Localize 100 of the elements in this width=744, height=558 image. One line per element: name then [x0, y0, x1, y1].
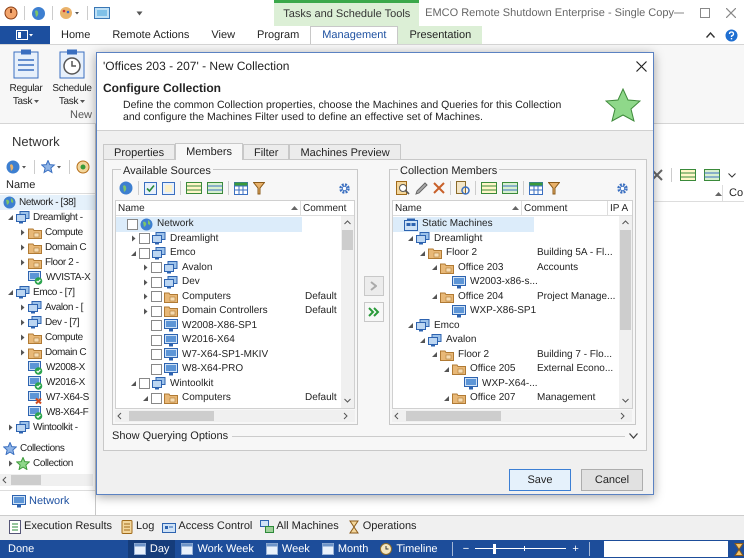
expand-arrow-icon[interactable] — [130, 235, 137, 242]
grid-icon[interactable] — [704, 169, 720, 181]
tree-item[interactable]: Avalon — [116, 260, 302, 275]
globe-icon[interactable] — [31, 6, 46, 20]
column-header[interactable]: Comment — [300, 201, 353, 215]
dialog-tab[interactable]: Filter — [242, 144, 290, 159]
save-button[interactable]: Save — [509, 469, 571, 491]
tree-item[interactable]: WVISTA-X — [0, 270, 95, 285]
star-dropdown-icon[interactable] — [41, 160, 63, 174]
ribbon-tab[interactable]: Management — [310, 26, 398, 44]
globe-dropdown-icon[interactable] — [6, 160, 28, 174]
expand-arrow-icon[interactable] — [19, 304, 26, 311]
zoom-in-button[interactable]: + — [570, 540, 582, 558]
tree-item[interactable]: W2016-X64 — [116, 333, 302, 348]
tree-item[interactable]: Domain Controllers — [116, 304, 302, 318]
tree-item-selected[interactable]: Network - [38] — [0, 195, 95, 210]
uncheck-all-icon[interactable] — [162, 182, 175, 194]
schedule-task-button[interactable]: Schedule Task — [50, 49, 94, 107]
horizontal-scrollbar[interactable] — [392, 410, 632, 422]
tree-item[interactable]: Floor 2 — [393, 348, 534, 362]
column-header[interactable]: Co — [722, 185, 744, 202]
slider-thumb[interactable] — [492, 544, 496, 554]
expand-arrow-icon[interactable] — [19, 319, 26, 326]
table-icon[interactable] — [529, 182, 543, 194]
filter-icon[interactable] — [548, 182, 560, 194]
panel-tab[interactable]: All Machines — [258, 518, 341, 535]
dialog-tab[interactable]: Properties — [103, 144, 176, 159]
expand-arrow-icon[interactable] — [7, 424, 14, 431]
cancel-button[interactable]: Cancel — [581, 469, 643, 491]
tree-item[interactable]: W7-X64-SP1-MKIV — [116, 348, 302, 362]
checkbox[interactable] — [151, 392, 162, 404]
tree-item[interactable]: Emco - [7] — [0, 285, 95, 300]
delete-icon[interactable] — [651, 169, 663, 181]
tree-item[interactable]: WXP-X86-SP1 — [393, 304, 534, 318]
dialog-tab[interactable]: Machines Preview — [289, 144, 401, 159]
tree-item[interactable]: W8-X64-F — [0, 405, 95, 420]
collapse-arrow-icon[interactable] — [7, 289, 14, 296]
zoom-out-button[interactable]: − — [460, 540, 472, 558]
zoom-slider[interactable] — [475, 544, 566, 554]
panel-tab[interactable]: Access Control — [160, 518, 254, 535]
panel-tab[interactable]: Log — [118, 518, 156, 535]
close-icon[interactable] — [636, 60, 647, 72]
tree-item[interactable]: Office 207 — [393, 391, 534, 406]
view-button[interactable]: Week — [260, 540, 316, 558]
panel-tab[interactable]: Execution Results — [6, 518, 114, 535]
maximize-icon[interactable] — [700, 8, 710, 18]
collapse-ribbon-icon[interactable] — [706, 32, 715, 38]
checkbox[interactable] — [151, 334, 162, 346]
tree-item[interactable]: W8-X64-PRO — [116, 362, 302, 376]
regular-task-button[interactable]: Regular Task — [4, 49, 48, 107]
querying-options-toggle[interactable]: Show Querying Options — [112, 428, 228, 444]
checkbox[interactable] — [151, 306, 162, 317]
tree-item[interactable]: W2016-X — [0, 375, 95, 390]
network-nav-button[interactable]: Network — [0, 493, 70, 510]
tree-item[interactable]: Office 203 — [393, 260, 534, 275]
search-icon[interactable] — [396, 181, 410, 195]
view-button[interactable]: Day — [128, 540, 176, 558]
checkbox[interactable] — [127, 218, 138, 230]
file-menu-button[interactable] — [0, 26, 50, 44]
expand-arrow-icon[interactable] — [19, 334, 26, 341]
settings-icon[interactable] — [338, 182, 351, 194]
tree-item[interactable]: Domain C — [0, 345, 95, 360]
delete-icon[interactable] — [433, 182, 445, 194]
column-header[interactable]: Name — [393, 201, 521, 215]
panel-tab[interactable]: Operations — [344, 518, 419, 535]
check-all-icon[interactable] — [144, 182, 157, 194]
input-field[interactable] — [604, 541, 728, 557]
chevron-down-icon[interactable] — [629, 433, 638, 440]
add-all-button[interactable] — [364, 302, 384, 322]
settings-icon[interactable] — [616, 182, 629, 194]
expand-arrow-icon[interactable] — [19, 244, 26, 251]
tree-item[interactable]: Network — [116, 217, 302, 232]
tree-item[interactable]: Floor 2 - — [0, 255, 95, 270]
tree-item[interactable]: Wintoolkit - — [0, 420, 95, 435]
tree-item[interactable]: Compute — [0, 330, 95, 345]
checkbox[interactable] — [151, 320, 162, 332]
checkbox[interactable] — [151, 349, 162, 360]
tree-item[interactable]: Dev — [116, 275, 302, 290]
horizontal-scrollbar[interactable] — [115, 410, 355, 422]
tree-item[interactable]: Avalon — [393, 333, 534, 348]
tree-item[interactable]: W2008-X86-SP1 — [116, 318, 302, 333]
tree-item[interactable]: Dev - [7] — [0, 315, 95, 330]
grid-icon[interactable] — [481, 182, 497, 194]
checkbox[interactable] — [151, 262, 162, 274]
tree-item[interactable]: Computers — [116, 290, 302, 304]
screen-icon[interactable] — [94, 6, 110, 20]
tree-item[interactable]: Compute — [0, 225, 95, 240]
checkbox[interactable] — [151, 364, 162, 375]
tree-item[interactable]: Collections — [0, 441, 95, 456]
ribbon-tab[interactable]: Presentation — [398, 26, 482, 44]
tree-item[interactable]: W7-X64-S — [0, 390, 95, 405]
tree-item[interactable]: Floor 2 — [393, 246, 534, 260]
view-button[interactable]: Timeline — [374, 540, 444, 558]
tree-item[interactable]: Collection — [0, 456, 95, 471]
tree-item[interactable]: Dreamlight — [393, 232, 534, 246]
column-header[interactable]: IP A — [607, 201, 631, 215]
pencil-icon[interactable] — [415, 182, 428, 194]
grid-icon[interactable] — [207, 182, 223, 194]
tree-item[interactable]: Avalon - [ — [0, 300, 95, 315]
collapse-arrow-icon[interactable] — [431, 293, 438, 300]
